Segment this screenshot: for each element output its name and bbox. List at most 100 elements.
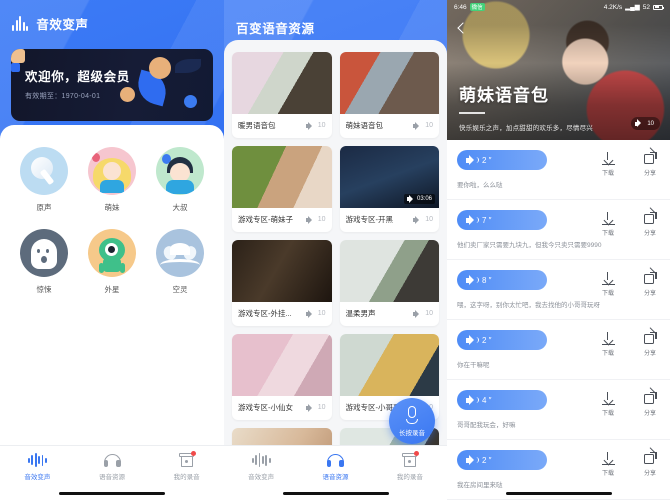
tab-voice-changer[interactable]: 音效变声 xyxy=(0,446,75,488)
signal-icon: ▂▄▆ xyxy=(625,4,640,11)
pack-title: 萌妹语音包 xyxy=(459,86,549,105)
share-icon xyxy=(643,447,657,465)
clip-transcript: 要你啦，么么哒 xyxy=(457,181,503,189)
download-icon xyxy=(601,392,615,405)
waveform-icon xyxy=(27,453,47,467)
play-clip-button[interactable]: 8 ″ xyxy=(457,270,547,290)
vip-text-block: 欢迎你，超级会员 有效期至：1970-04-01 xyxy=(25,66,130,101)
tab-my-recordings[interactable]: 我的录音 xyxy=(373,446,447,488)
resource-card[interactable]: 温柔男声 10 xyxy=(339,240,439,326)
page-title: 百变语音资源 xyxy=(236,22,315,36)
title-rule xyxy=(459,112,485,114)
resource-card[interactable]: 游戏专区-外挂... 10 xyxy=(232,240,332,326)
download-button[interactable]: 下载 xyxy=(596,272,620,297)
resource-card[interactable]: 03:06 游戏专区-开黑 10 xyxy=(339,146,439,232)
download-label: 下载 xyxy=(601,471,614,477)
tab-label: 我的录音 xyxy=(173,474,200,481)
play-count-chip[interactable]: 10 xyxy=(631,117,660,130)
tab-my-recordings[interactable]: 我的录音 xyxy=(149,446,224,488)
speaker-icon xyxy=(635,119,644,128)
panel-voice-pack-detail: 6:46 微信 4.2K/s ▂▄▆ 52 萌妹语音包 快乐娱乐之声，加点甜甜的… xyxy=(447,0,670,502)
voice-label: 大叔 xyxy=(172,203,188,212)
resource-card[interactable]: 暖男语音包 10 xyxy=(232,52,332,138)
voice-clip-row[interactable]: 2 ″ 要你啦，么么哒 下载 分享 xyxy=(447,140,670,200)
man-avatar-icon xyxy=(156,147,204,195)
speaker-icon xyxy=(466,394,479,406)
voice-item-girl[interactable]: 萌妹 xyxy=(78,147,146,213)
card-title: 游戏专区-小仙女 xyxy=(238,403,293,412)
resource-card[interactable]: 萌妹语音包 10 xyxy=(339,52,439,138)
speaker-icon xyxy=(305,121,314,130)
duration-badge: 03:06 xyxy=(403,194,435,204)
voice-label: 萌妹 xyxy=(104,203,120,212)
card-title: 游戏专区-开黑 xyxy=(345,215,394,224)
battery-level: 52 xyxy=(642,3,650,11)
speaker-icon xyxy=(305,215,314,224)
voice-item-original[interactable]: 原声 xyxy=(10,147,78,213)
clip-transcript: 哥哥配我玩会，好嘛 xyxy=(457,421,516,429)
clip-transcript: 我在房间里来哒 xyxy=(457,481,503,489)
download-button[interactable]: 下载 xyxy=(596,332,620,357)
share-button[interactable]: 分享 xyxy=(638,447,662,477)
download-label: 下载 xyxy=(601,171,614,177)
voice-clip-row[interactable]: 7 ″ 他们卖厂家只需要九块九，但我今只卖只需要9990 下载 分享 xyxy=(447,200,670,260)
download-button[interactable]: 下载 xyxy=(596,452,620,477)
bottom-tabbar: 音效变声 语音资源 我的录音 xyxy=(0,445,224,502)
voice-item-ghost[interactable]: 惊悚 xyxy=(10,229,78,295)
card-count: 10 xyxy=(425,310,433,317)
notification-badge xyxy=(414,451,420,456)
download-label: 下载 xyxy=(601,231,614,237)
play-clip-button[interactable]: 4 ″ xyxy=(457,390,547,410)
share-button[interactable]: 分享 xyxy=(638,387,662,417)
card-thumbnail xyxy=(232,146,332,208)
record-button-label: 长按录音 xyxy=(399,429,425,437)
speaker-icon xyxy=(305,309,314,318)
resource-card[interactable]: 游戏专区-小仙女 10 xyxy=(232,334,332,420)
download-icon xyxy=(601,272,615,285)
voice-clip-row[interactable]: 8 ″ 喂，这字呀，别你太忙吧，我去找他的小哥哥玩呀 下载 分享 xyxy=(447,260,670,320)
download-button[interactable]: 下载 xyxy=(596,212,620,237)
voice-clip-row[interactable]: 2 ″ 你在干嘛呢 下载 分享 xyxy=(447,320,670,380)
play-clip-button[interactable]: 2 ″ xyxy=(457,450,547,470)
vip-expiry-label: 有效期至：1970-04-01 xyxy=(25,93,101,100)
share-button[interactable]: 分享 xyxy=(638,147,662,177)
panel1-header: 音效变声 xyxy=(0,0,224,33)
duration-text: 03:06 xyxy=(416,196,432,202)
speaker-icon xyxy=(466,214,479,226)
battery-icon xyxy=(653,4,664,10)
download-button[interactable]: 下载 xyxy=(596,392,620,417)
waveform-icon xyxy=(251,453,271,467)
bottom-tabbar: 音效变声 语音资源 我的录音 xyxy=(224,445,447,502)
voice-item-ethereal[interactable]: 空灵 xyxy=(146,229,214,295)
download-button[interactable]: 下载 xyxy=(596,152,620,177)
voice-clip-list[interactable]: 2 ″ 要你啦，么么哒 下载 分享 7 ″ 他们卖厂家只需要九块九，但我今只卖只… xyxy=(447,140,670,502)
hold-to-record-button[interactable]: 长按录音 xyxy=(389,398,435,444)
clip-duration: 4 ″ xyxy=(482,395,492,405)
share-label: 分享 xyxy=(643,231,656,237)
vip-banner-card[interactable]: 欢迎你，超级会员 有效期至：1970-04-01 xyxy=(11,49,213,121)
voice-item-man[interactable]: 大叔 xyxy=(146,147,214,213)
voice-clip-row[interactable]: 4 ″ 哥哥配我玩会，好嘛 下载 分享 xyxy=(447,380,670,440)
speaker-icon xyxy=(305,403,314,412)
clip-duration: 2 ″ xyxy=(482,335,492,345)
carrier-chip: 微信 xyxy=(469,3,485,11)
tab-voice-resources[interactable]: 语音资源 xyxy=(298,446,372,488)
tab-voice-resources[interactable]: 语音资源 xyxy=(75,446,150,488)
share-button[interactable]: 分享 xyxy=(638,207,662,237)
card-count: 10 xyxy=(317,216,326,223)
download-icon xyxy=(601,152,615,165)
card-title: 游戏专区-萌妹子 xyxy=(238,215,293,224)
share-label: 分享 xyxy=(643,171,656,177)
download-label: 下载 xyxy=(601,351,614,357)
back-chevron-icon[interactable] xyxy=(455,22,469,36)
share-button[interactable]: 分享 xyxy=(638,267,662,297)
play-clip-button[interactable]: 7 ″ xyxy=(457,210,547,230)
card-thumbnail xyxy=(232,334,332,396)
play-clip-button[interactable]: 2 ″ xyxy=(457,150,547,170)
voice-item-alien[interactable]: 外星 xyxy=(78,229,146,295)
play-clip-button[interactable]: 2 ″ xyxy=(457,330,547,350)
share-button[interactable]: 分享 xyxy=(638,327,662,357)
decor-leaf-dark xyxy=(175,59,201,73)
tab-voice-changer[interactable]: 音效变声 xyxy=(224,446,298,488)
resource-card[interactable]: 游戏专区-萌妹子 10 xyxy=(232,146,332,232)
